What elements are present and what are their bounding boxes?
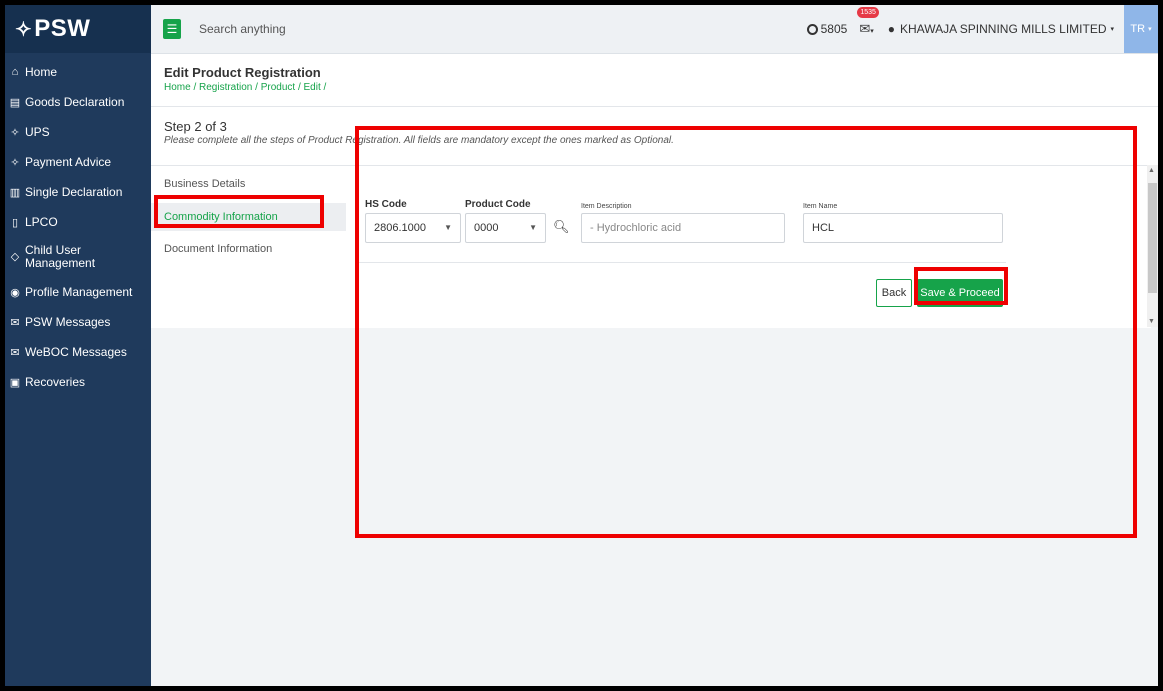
step-instructions: Please complete all the steps of Product… — [164, 135, 674, 146]
sidebar-item-ups[interactable]: ✧ UPS — [5, 117, 151, 147]
scroll-up-icon[interactable]: ▲ — [1148, 167, 1155, 174]
menu-toggle-button[interactable]: ☰ — [163, 19, 181, 39]
clipboard-icon: ▣ — [9, 376, 21, 389]
step-link-commodity-information[interactable]: Commodity Information — [151, 203, 346, 231]
points-icon — [806, 23, 818, 35]
document-icon: ▤ — [9, 96, 21, 109]
sidebar-item-profile-management[interactable]: ◉ Profile Management — [5, 277, 151, 307]
item-name-input[interactable]: HCL — [803, 213, 1003, 243]
user-menu[interactable]: ● KHAWAJA SPINNING MILLS LIMITED ▾ — [888, 22, 1114, 36]
sidebar: ✧ PSW ⌂ Home ▤ Goods Declaration ✧ UPS ✧… — [5, 5, 151, 686]
scrollbar-thumb[interactable] — [1148, 183, 1157, 293]
diamond-icon: ✧ — [10, 126, 20, 139]
commodity-form-panel: Business Details Commodity Information D… — [151, 165, 1151, 328]
sidebar-item-payment-advice[interactable]: ✧ Payment Advice — [5, 147, 151, 177]
user-initials: TR — [1130, 23, 1146, 35]
item-description-input[interactable]: - Hydrochloric acid — [581, 213, 785, 243]
form-divider — [356, 262, 1006, 263]
item-name-label: Item Name — [803, 203, 838, 210]
logo-text: PSW — [34, 15, 91, 42]
sidebar-item-label: Home — [25, 65, 58, 79]
page-header: Edit Product Registration Home / Registr… — [151, 54, 1158, 107]
scroll-down-icon[interactable]: ▼ — [1148, 318, 1155, 325]
sidebar-item-label: Child User Management — [25, 244, 95, 270]
envelope-icon: ✉ — [859, 21, 871, 36]
hs-code-select[interactable]: 2806.1000 ▼ — [365, 213, 461, 243]
sidebar-item-label: Recoveries — [25, 375, 86, 389]
file-icon: ▯ — [11, 216, 19, 229]
sidebar-item-label: UPS — [25, 125, 50, 139]
sidebar-item-label: Single Declaration — [25, 185, 123, 199]
home-icon: ⌂ — [11, 66, 19, 78]
psw-logo[interactable]: ✧ PSW — [5, 5, 151, 53]
sidebar-item-lpco[interactable]: ▯ LPCO — [5, 207, 151, 237]
mail-icon: ✉ — [10, 346, 20, 359]
scrollbar[interactable]: ▲ ▼ — [1147, 165, 1158, 327]
sidebar-item-recoveries[interactable]: ▣ Recoveries — [5, 367, 151, 397]
sidebar-item-goods-declaration[interactable]: ▤ Goods Declaration — [5, 87, 151, 117]
sidebar-item-label: WeBOC Messages — [25, 345, 127, 359]
hs-code-value: 2806.1000 — [374, 222, 426, 234]
step-link-document-information[interactable]: Document Information — [164, 243, 272, 255]
sidebar-item-label-line1: Child User — [25, 243, 82, 257]
psw-logo-icon: ✧ — [15, 18, 33, 41]
product-code-value: 0000 — [474, 222, 499, 234]
sidebar-item-home[interactable]: ⌂ Home — [5, 57, 151, 87]
profile-icon: ◉ — [10, 286, 20, 299]
chevron-down-icon: ▾ — [870, 28, 874, 35]
user-name: KHAWAJA SPINNING MILLS LIMITED — [900, 22, 1107, 36]
user-icon: ● — [887, 22, 895, 36]
top-bar: ☰ Search anything 5805 1535 ✉▾ ● KHAWAJA… — [151, 5, 1158, 54]
sidebar-item-label: LPCO — [25, 215, 58, 229]
caret-down-icon: ▼ — [529, 223, 537, 232]
search-input[interactable]: Search anything — [199, 22, 286, 36]
search-icon[interactable]: 🔍︎ — [553, 219, 570, 235]
messages-icon: ✉ — [10, 316, 20, 329]
step-link-business-details[interactable]: Business Details — [164, 178, 245, 190]
chevron-down-icon: ▾ — [1110, 26, 1114, 33]
sidebar-item-single-declaration[interactable]: ▥ Single Declaration — [5, 177, 151, 207]
page-title: Edit Product Registration — [164, 65, 321, 80]
sidebar-item-label: Profile Management — [25, 285, 133, 299]
item-description-label: Item Description — [581, 203, 632, 210]
top-bar-right: 5805 1535 ✉▾ ● KHAWAJA SPINNING MILLS LI… — [806, 5, 1158, 53]
sidebar-item-weboc-messages[interactable]: ✉ WeBOC Messages — [5, 337, 151, 367]
breadcrumb[interactable]: Home / Registration / Product / Edit / — [164, 82, 326, 93]
main-content: Step 2 of 3 Please complete all the step… — [151, 107, 1158, 686]
chevron-down-icon: ▾ — [1148, 26, 1152, 33]
notification-badge: 1535 — [857, 7, 879, 18]
sidebar-item-child-user-management[interactable]: ◇ Child User Management — [5, 237, 151, 277]
sidebar-item-psw-messages[interactable]: ✉ PSW Messages — [5, 307, 151, 337]
sidebar-item-label: PSW Messages — [25, 315, 111, 329]
app-window: ✧ PSW ⌂ Home ▤ Goods Declaration ✧ UPS ✧… — [5, 5, 1158, 686]
points-value: 5805 — [820, 22, 848, 36]
language-switcher[interactable]: TR ▾ — [1124, 5, 1158, 53]
points-counter[interactable]: 5805 — [806, 22, 848, 36]
sidebar-item-label-line2: Management — [25, 256, 96, 270]
step-header: Step 2 of 3 Please complete all the step… — [151, 107, 1158, 165]
hamburger-icon: ☰ — [166, 22, 178, 36]
product-code-label: Product Code — [465, 199, 531, 210]
diamond-icon: ✧ — [10, 156, 20, 169]
step-title: Step 2 of 3 — [164, 119, 227, 134]
building-icon: ▥ — [9, 186, 21, 199]
user-tag-icon: ◇ — [10, 250, 20, 263]
caret-down-icon: ▼ — [444, 223, 452, 232]
sidebar-item-label: Payment Advice — [25, 155, 112, 169]
sidebar-item-label: Goods Declaration — [25, 95, 125, 109]
back-button[interactable]: Back — [876, 279, 912, 307]
notifications-dropdown[interactable]: 1535 ✉▾ — [857, 7, 879, 37]
hs-code-label: HS Code — [365, 199, 407, 210]
save-and-proceed-button[interactable]: Save & Proceed — [917, 279, 1003, 307]
product-code-select[interactable]: 0000 ▼ — [465, 213, 546, 243]
